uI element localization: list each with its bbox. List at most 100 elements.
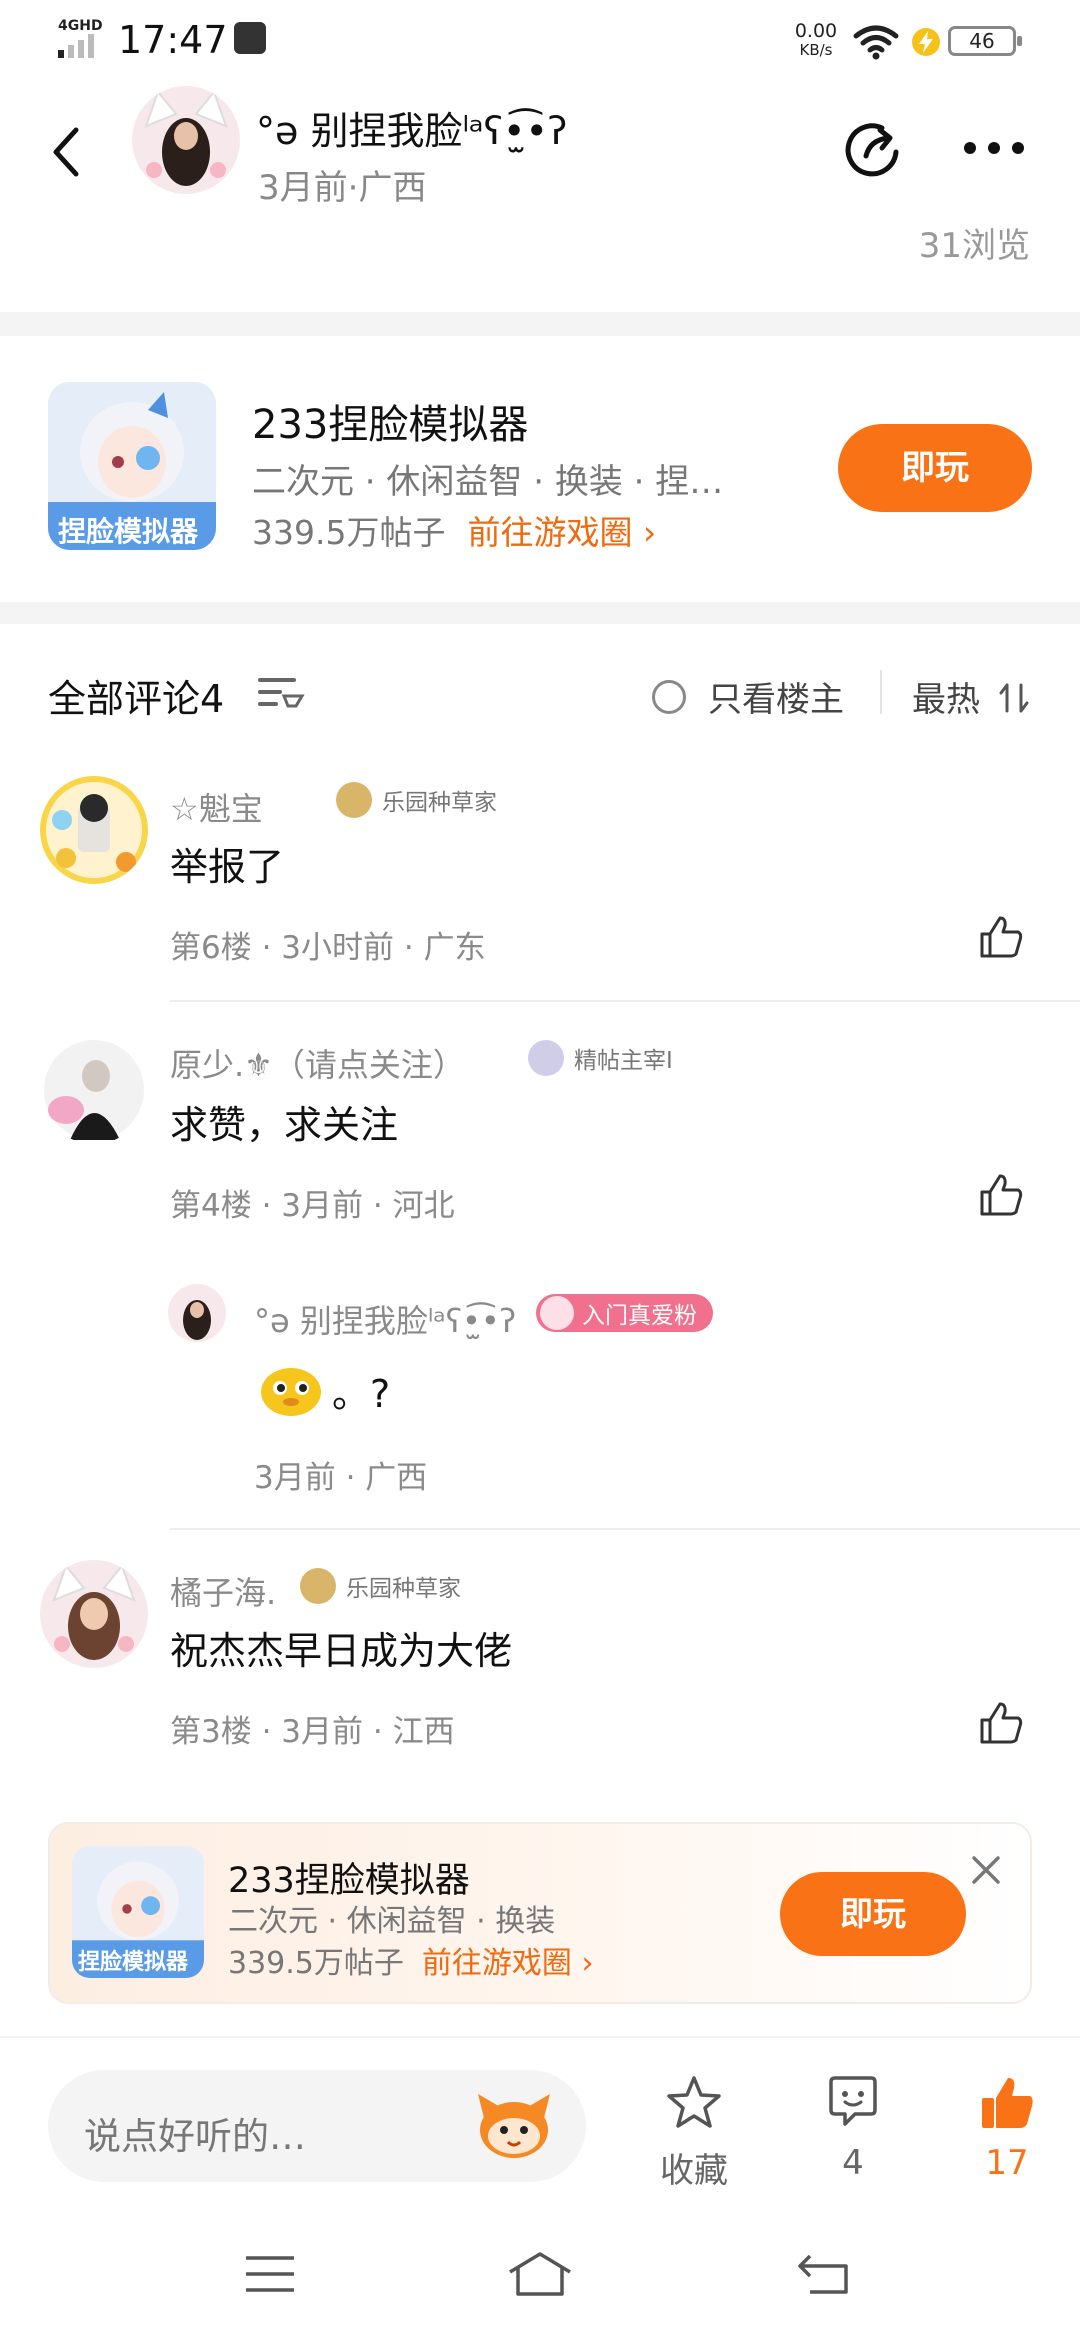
post-meta: 3月前·广西 bbox=[258, 168, 427, 208]
like-icon[interactable] bbox=[978, 1172, 1024, 1218]
commenter-name[interactable]: ☆魁宝 bbox=[170, 784, 263, 830]
badge-label: 入门真爱粉 bbox=[582, 1303, 697, 1329]
avatar-image bbox=[52, 1563, 136, 1660]
star-icon bbox=[667, 2076, 721, 2128]
badge-label: 精帖主宰Ⅰ bbox=[574, 1048, 673, 1074]
favorite-action[interactable]: 收藏 bbox=[640, 2074, 748, 2192]
battery-level: 46 bbox=[948, 26, 1022, 56]
comment-text: 举报了 bbox=[170, 845, 285, 889]
comment-meta: 第4楼 · 3月前 · 河北 bbox=[170, 1188, 455, 1224]
favorite-label: 收藏 bbox=[660, 2151, 728, 2191]
like-action[interactable]: 17 bbox=[962, 2074, 1052, 2183]
comment-meta: 第3楼 · 3月前 · 江西 bbox=[170, 1714, 455, 1750]
more-options-icon[interactable] bbox=[962, 138, 1026, 158]
commenter-name[interactable]: 橘子海. bbox=[170, 1568, 276, 1614]
sort-selector[interactable]: 最热 bbox=[912, 672, 1031, 721]
like-icon[interactable] bbox=[978, 914, 1024, 960]
banner-play-button[interactable]: 即玩 bbox=[780, 1872, 966, 1956]
mascot-emoji-icon[interactable] bbox=[474, 2090, 554, 2160]
play-button[interactable]: 即玩 bbox=[838, 424, 1032, 512]
speed-value: 0.00 bbox=[794, 20, 838, 42]
game-post-count: 339.5万帖子 前往游戏圈 › bbox=[252, 506, 656, 554]
reply-meta: 3月前 · 广西 bbox=[254, 1460, 428, 1496]
like-icon[interactable] bbox=[978, 1700, 1024, 1746]
section-divider bbox=[0, 312, 1080, 336]
comment-action[interactable]: 4 bbox=[808, 2074, 898, 2183]
commenter-avatar[interactable] bbox=[40, 1560, 148, 1668]
chevron-right-icon: › bbox=[581, 1946, 594, 1981]
avatar-image bbox=[144, 89, 228, 186]
view-count: 31浏览 bbox=[918, 226, 1030, 266]
avatar-image bbox=[44, 1040, 144, 1140]
banner-posts: 339.5万帖子 前往游戏圈 › bbox=[228, 1938, 593, 1982]
commenter-avatar[interactable] bbox=[40, 1036, 148, 1144]
user-badge: 精帖主宰Ⅰ bbox=[528, 1040, 673, 1076]
game-tags: 二次元 · 休闲益智 · 换装 · 捏… bbox=[252, 462, 724, 502]
filter-icon[interactable] bbox=[258, 674, 306, 714]
header-separator bbox=[880, 670, 882, 714]
menu-icon[interactable] bbox=[244, 2254, 296, 2294]
clock: 17:47 bbox=[118, 18, 228, 62]
home-icon[interactable] bbox=[506, 2250, 574, 2298]
banner-game-icon[interactable]: 捏脸模拟器 bbox=[72, 1846, 204, 1978]
game-icon-label: 捏脸模拟器 bbox=[58, 515, 199, 548]
comment-meta: 第6楼 · 3小时前 · 广东 bbox=[170, 930, 486, 966]
game-circle-link[interactable]: 前往游戏圈 › bbox=[467, 513, 656, 552]
network-speed: 0.00 KB/s bbox=[786, 22, 846, 60]
thumbs-up-filled-icon bbox=[982, 2078, 1033, 2128]
close-icon[interactable] bbox=[968, 1852, 1004, 1888]
signal-icon bbox=[58, 34, 94, 58]
comment-text: 求赞，求关注 bbox=[170, 1103, 399, 1147]
commenter-name[interactable]: 原少.⚜（请点关注） bbox=[170, 1040, 465, 1086]
fan-badge: 入门真爱粉 bbox=[536, 1294, 713, 1332]
system-navigation-bar bbox=[0, 2196, 1080, 2340]
banner-game-circle-link[interactable]: 前往游戏圈 › bbox=[422, 1946, 594, 1981]
avatar-image bbox=[183, 1300, 211, 1340]
only-host-toggle[interactable]: 只看楼主 bbox=[652, 672, 844, 721]
game-icon[interactable]: 捏脸模拟器 bbox=[48, 382, 216, 550]
comments-title: 全部评论4 bbox=[48, 677, 225, 721]
game-icon-label: 捏脸模拟器 bbox=[78, 1950, 189, 1975]
comment-divider bbox=[170, 1528, 1080, 1530]
section-divider bbox=[0, 602, 1080, 624]
like-count: 17 bbox=[985, 2143, 1029, 2183]
author-avatar[interactable] bbox=[132, 86, 240, 194]
comment-bubble-icon bbox=[829, 2076, 877, 2126]
avatar-image bbox=[46, 782, 142, 878]
wifi-icon bbox=[853, 25, 899, 60]
share-icon[interactable] bbox=[842, 118, 906, 182]
notification-app-icon bbox=[234, 22, 266, 54]
back-arrow-icon[interactable] bbox=[48, 124, 84, 180]
reply-author-name[interactable]: °ə 别捏我脸ˡᵃʕ•̫͡•ʔ bbox=[254, 1296, 516, 1342]
badge-label: 乐园种草家 bbox=[346, 1576, 461, 1602]
author-name[interactable]: °ə 别捏我脸ˡᵃʕ•̫͡•ʔ bbox=[256, 100, 567, 155]
charging-icon bbox=[912, 28, 940, 56]
emoji-sticker-icon bbox=[261, 1368, 321, 1416]
chevron-right-icon: › bbox=[642, 513, 657, 552]
commenter-avatar[interactable] bbox=[40, 776, 148, 884]
comment-divider bbox=[170, 1000, 1080, 1002]
badge-icon bbox=[336, 782, 372, 818]
sort-label: 最热 bbox=[912, 680, 980, 720]
game-circle-link-label: 前往游戏圈 bbox=[467, 513, 633, 552]
reply-avatar[interactable] bbox=[168, 1284, 226, 1342]
only-host-radio[interactable] bbox=[652, 679, 686, 714]
post-count-text: 339.5万帖子 bbox=[252, 513, 446, 552]
user-badge: 乐园种草家 bbox=[336, 782, 497, 818]
banner-post-count: 339.5万帖子 bbox=[228, 1946, 404, 1981]
badge-label: 乐园种草家 bbox=[382, 790, 497, 816]
banner-link-label: 前往游戏圈 bbox=[421, 1946, 572, 1981]
post-detail-page: 4GHD 17:47 0.00 KB/s 46 °ə 别捏我脸ˡᵃʕ•̫͡•ʔ … bbox=[0, 0, 1080, 2340]
status-bar: 4GHD 17:47 0.00 KB/s 46 bbox=[0, 0, 1080, 80]
reply-content: 。? bbox=[258, 1362, 390, 1418]
banner-tags: 二次元 · 休闲益智 · 换装 bbox=[228, 1904, 556, 1939]
only-host-label: 只看楼主 bbox=[708, 680, 844, 720]
comment-input-placeholder[interactable]: 说点好听的… bbox=[84, 2106, 306, 2160]
sort-icon bbox=[999, 683, 1029, 713]
game-title[interactable]: 233捏脸模拟器 bbox=[252, 392, 528, 450]
network-type: 4GHD bbox=[58, 18, 103, 34]
back-icon[interactable] bbox=[796, 2252, 852, 2296]
comment-text: 祝杰杰早日成为大佬 bbox=[170, 1629, 513, 1673]
speed-unit: KB/s bbox=[799, 41, 833, 59]
user-badge: 乐园种草家 bbox=[300, 1568, 461, 1604]
